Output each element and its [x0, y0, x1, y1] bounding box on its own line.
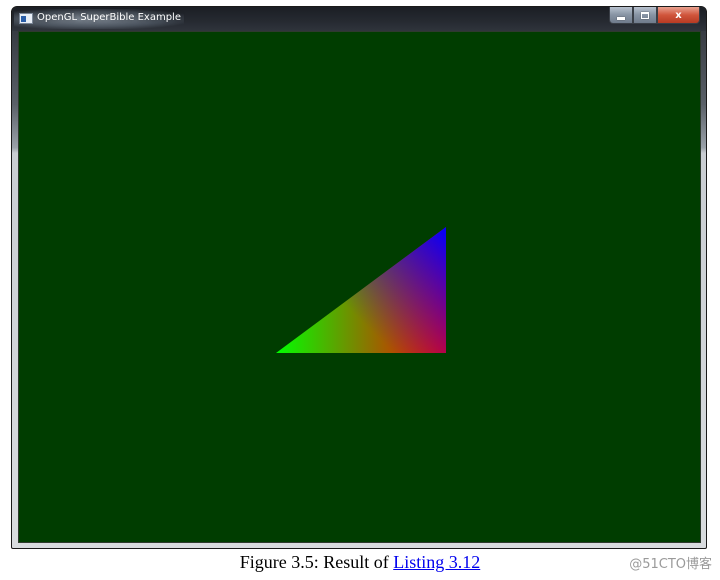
- figure-caption: Figure 3.5: Result of Listing 3.12: [0, 552, 720, 573]
- render-viewport: [18, 31, 701, 543]
- window-title: OpenGL SuperBible Example: [37, 12, 181, 23]
- close-icon: x: [675, 9, 682, 21]
- listing-link[interactable]: Listing 3.12: [393, 552, 480, 572]
- watermark: @51CTO博客: [629, 557, 712, 572]
- maximize-button[interactable]: [633, 7, 657, 24]
- minimize-icon: [617, 16, 625, 20]
- maximize-icon: [641, 11, 649, 19]
- title-bar[interactable]: OpenGL SuperBible Example x: [12, 7, 706, 31]
- application-window: OpenGL SuperBible Example x: [11, 6, 707, 549]
- render-canvas: [276, 227, 446, 353]
- app-icon[interactable]: [19, 13, 33, 24]
- close-button[interactable]: x: [657, 7, 700, 24]
- triangle-blue-layer: [276, 227, 446, 353]
- minimize-button[interactable]: [609, 7, 633, 24]
- caption-prefix: Figure 3.5: Result of: [239, 552, 394, 572]
- page: OpenGL SuperBible Example x Figure 3.5: …: [0, 0, 720, 580]
- window-controls: x: [609, 7, 700, 25]
